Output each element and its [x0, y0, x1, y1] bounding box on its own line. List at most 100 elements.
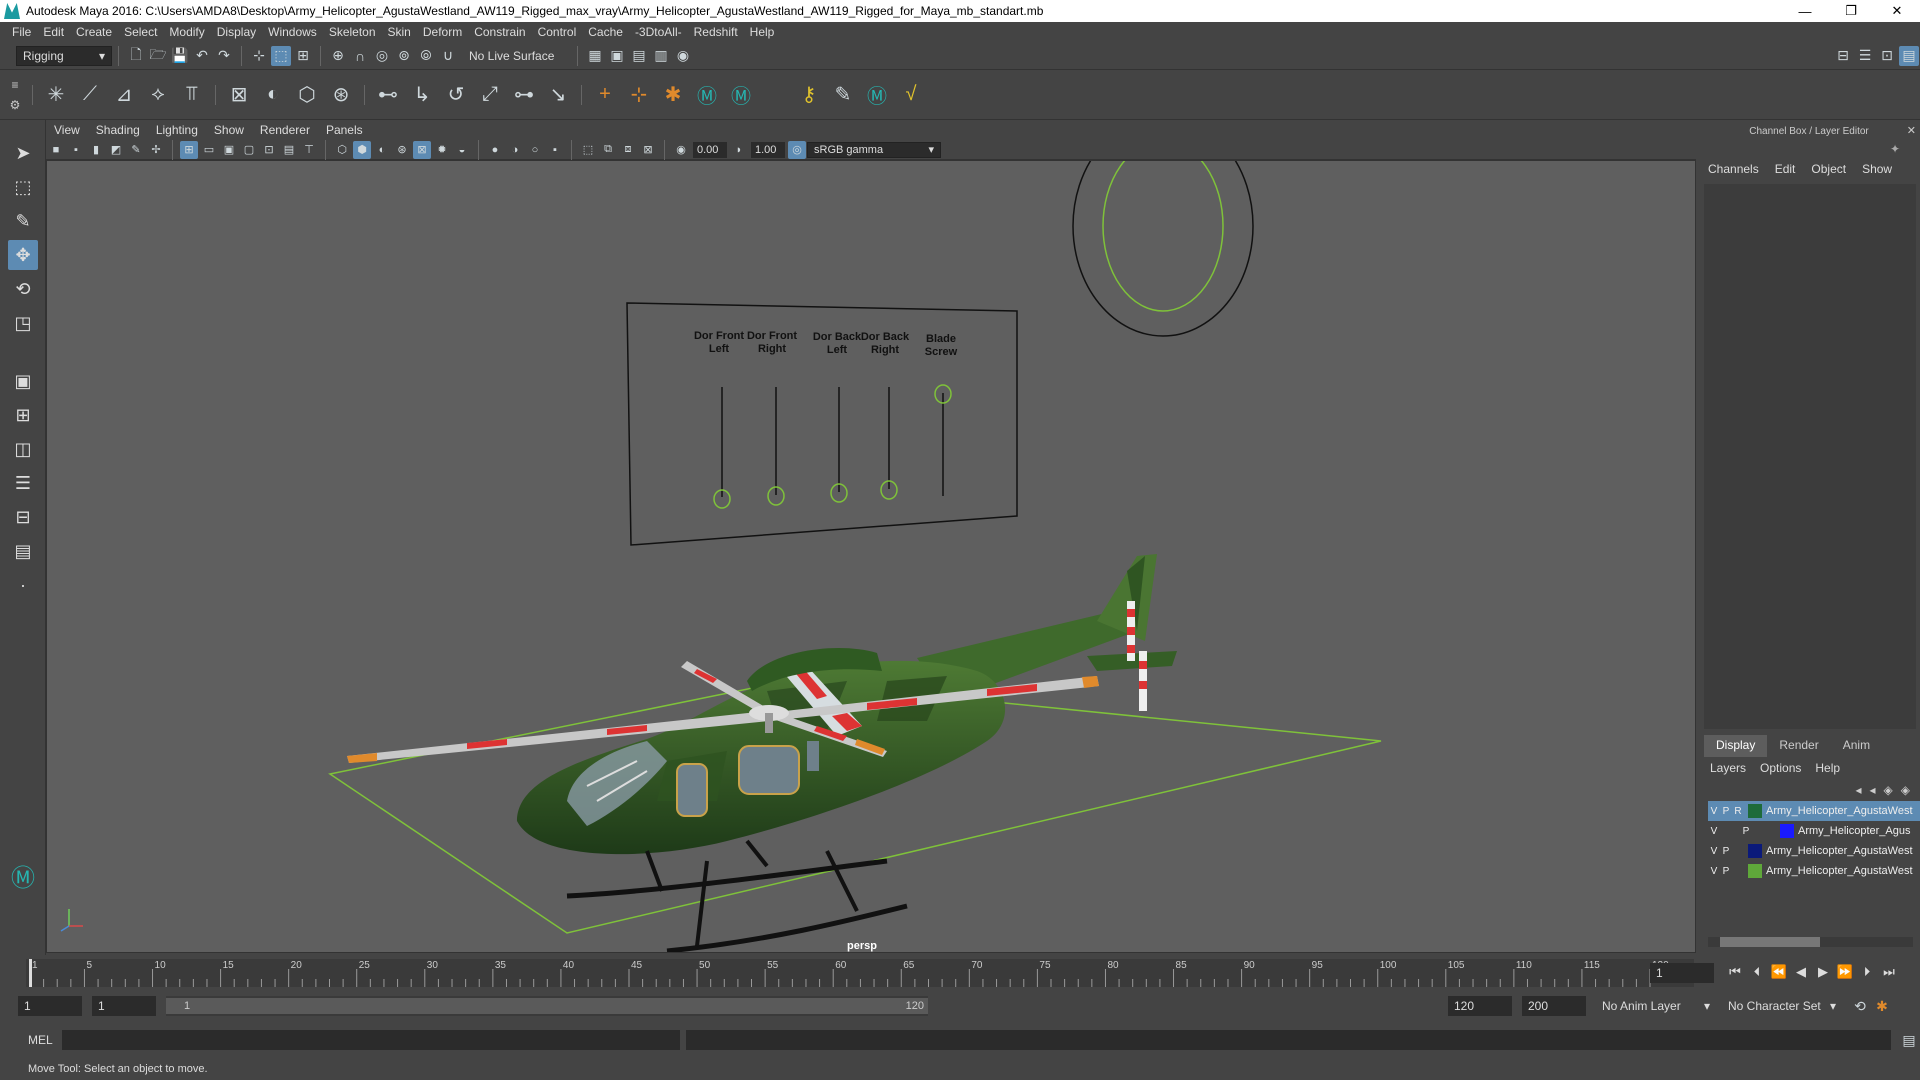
insert-joint-icon[interactable]: ⟋ — [75, 80, 105, 110]
live-surface-field[interactable]: No Live Surface — [463, 45, 571, 66]
step-forward-key-icon[interactable]: ⏵ — [1856, 961, 1878, 983]
step-back-frame-icon[interactable]: ⏪ — [1768, 961, 1790, 983]
locator-icon[interactable]: + — [590, 80, 620, 110]
dot-icon[interactable]: · — [8, 570, 38, 600]
render-frame-icon[interactable]: ▣ — [607, 46, 627, 66]
rig-helper-icon[interactable]: ✱ — [658, 80, 688, 110]
layer-scrollbar[interactable] — [1708, 937, 1913, 947]
layer-menu-options[interactable]: Options — [1760, 761, 1801, 775]
layer-menu-help[interactable]: Help — [1815, 761, 1840, 775]
select-hierarchy-icon[interactable]: ⊹ — [249, 46, 269, 66]
menuset-dropdown[interactable]: Rigging ▾ — [16, 45, 112, 66]
camera-icon[interactable]: ■ — [47, 141, 65, 159]
scene-canvas[interactable]: Dor Front Left Dor Front Right Dor Back Lef… — [47, 161, 1696, 953]
layer-name[interactable]: Army_Helicopter_AgustaWest — [1766, 845, 1913, 857]
image-plane-icon[interactable]: ◩ — [107, 141, 125, 159]
script-editor-icon[interactable]: ▤ — [1899, 1030, 1919, 1050]
screen-ao-icon[interactable]: ● — [486, 141, 504, 159]
cluster-icon[interactable]: ⊛ — [326, 80, 356, 110]
xray-components-icon[interactable]: ⊠ — [639, 141, 657, 159]
layer-playback-toggle[interactable]: P — [1740, 826, 1752, 837]
save-scene-icon[interactable]: 💾 — [170, 46, 190, 66]
restore-button[interactable]: ❐ — [1828, 0, 1874, 22]
grid-icon[interactable]: ⊞ — [180, 140, 198, 159]
redo-icon[interactable]: ↷ — [214, 46, 234, 66]
motion-blur-icon[interactable]: ◑ — [506, 141, 524, 159]
helicopter-model[interactable] — [347, 554, 1177, 952]
current-frame-field[interactable]: 1 — [1650, 963, 1714, 983]
blade-circle-control[interactable] — [1072, 161, 1254, 337]
create-joint-icon[interactable]: ✳ — [41, 80, 71, 110]
grease-pencil-icon[interactable]: ✎ — [127, 141, 145, 159]
single-view-icon[interactable]: ▣ — [8, 366, 38, 396]
shelf-tabs-toggle[interactable]: ≡ ⚙ — [4, 75, 26, 115]
layer-name[interactable]: Army_Helicopter_AgustaWest — [1766, 865, 1913, 877]
scale-constraint-icon[interactable]: ⤢ — [475, 80, 505, 110]
menu-redshift[interactable]: Redshift — [694, 25, 738, 39]
snap-grid-icon[interactable]: ⊕ — [328, 46, 348, 66]
range-slider[interactable]: 1 120 — [166, 996, 928, 1016]
move-layer-up-icon[interactable]: ◂ — [1855, 783, 1861, 797]
minimize-button[interactable]: — — [1782, 0, 1828, 22]
orient-joint-icon[interactable]: ⟡ — [143, 80, 173, 110]
range-slider-handle[interactable]: 1 120 — [166, 998, 928, 1014]
paint-select-icon[interactable]: ✎ — [8, 206, 38, 236]
go-to-start-icon[interactable]: ⏮ — [1724, 961, 1746, 983]
menu-skeleton[interactable]: Skeleton — [329, 25, 376, 39]
tab-display[interactable]: Display — [1704, 735, 1768, 757]
layer-visible-toggle[interactable]: V — [1708, 866, 1720, 877]
new-layer-selected-icon[interactable]: ◈ — [1901, 783, 1910, 797]
layer-reference-toggle[interactable]: R — [1732, 806, 1744, 817]
exposure-icon[interactable]: ◉ — [672, 141, 690, 159]
go-to-end-icon[interactable]: ⏭ — [1878, 961, 1900, 983]
smooth-shade-icon[interactable]: ⬢ — [353, 140, 371, 159]
outliner-view-icon[interactable]: ☰ — [8, 468, 38, 498]
playback-end-field[interactable]: 120 — [1448, 996, 1512, 1016]
select-component-icon[interactable]: ⊞ — [293, 46, 313, 66]
paint-weights-icon[interactable]: ◐ — [258, 80, 288, 110]
menu-skin[interactable]: Skin — [388, 25, 411, 39]
xray-icon[interactable]: ⧉ — [599, 141, 617, 159]
anim-start-field[interactable]: 1 — [18, 996, 82, 1016]
hypershade-icon[interactable]: ◉ — [673, 46, 693, 66]
layer-visible-toggle[interactable]: V — [1708, 806, 1720, 817]
mel-input[interactable] — [61, 1030, 680, 1050]
snap-curve-icon[interactable]: ∩ — [350, 46, 370, 66]
render-view-icon[interactable]: ▥ — [651, 46, 671, 66]
move-tool-icon[interactable]: ✥ — [8, 240, 38, 270]
character-set-dropdown[interactable]: No Character Set ▾ — [1722, 996, 1842, 1016]
anim-end-field[interactable]: 200 — [1522, 996, 1586, 1016]
bookmark-icon[interactable]: ▮ — [87, 141, 105, 159]
orient-constraint-icon[interactable]: ↺ — [441, 80, 471, 110]
layer-row[interactable]: V P Army_Helicopter_AgustaWest — [1708, 861, 1920, 881]
layer-visible-toggle[interactable]: V — [1708, 826, 1720, 837]
layer-color-swatch[interactable] — [1748, 864, 1762, 878]
layer-row[interactable]: V P Army_Helicopter_Agus — [1708, 821, 1920, 841]
time-slider[interactable]: 1 5 10 15 20 25 30 35 40 45 50 55 60 65 70 75 80 85 90 95 10… — [0, 955, 1920, 991]
magnet-icon[interactable]: ∪ — [438, 46, 458, 66]
layer-row[interactable]: V P R Army_Helicopter_AgustaWest — [1708, 801, 1920, 821]
current-time-marker[interactable] — [29, 959, 32, 987]
menu-3dtoall[interactable]: -3DtoAll- — [635, 25, 682, 39]
safe-action-icon[interactable]: ▤ — [280, 141, 298, 159]
camera-attr-icon[interactable]: ▪ — [67, 141, 85, 159]
menu-windows[interactable]: Windows — [268, 25, 317, 39]
two-view-icon[interactable]: ◫ — [8, 434, 38, 464]
playback-start-field[interactable]: 1 — [92, 996, 156, 1016]
tab-anim[interactable]: Anim — [1831, 735, 1882, 757]
layer-color-swatch[interactable] — [1780, 824, 1794, 838]
undo-icon[interactable]: ↶ — [192, 46, 212, 66]
rotate-tool-icon[interactable]: ⟲ — [8, 274, 38, 304]
four-view-icon[interactable]: ⊞ — [8, 400, 38, 430]
channel-list[interactable] — [1704, 184, 1916, 729]
textured-icon[interactable]: ⊠ — [413, 140, 431, 159]
wireframe-icon[interactable]: ⬡ — [333, 141, 351, 159]
layer-color-swatch[interactable] — [1748, 844, 1762, 858]
close-button[interactable]: ✕ — [1874, 0, 1920, 22]
channel-box-icon[interactable]: ▤ — [1899, 45, 1919, 66]
brush-icon[interactable]: ✎ — [828, 80, 858, 110]
gamma-field[interactable]: 1.00 — [751, 141, 785, 158]
menu-display[interactable]: Display — [217, 25, 256, 39]
antialias-icon[interactable]: ○ — [526, 141, 544, 159]
step-back-key-icon[interactable]: ⏴ — [1746, 961, 1768, 983]
